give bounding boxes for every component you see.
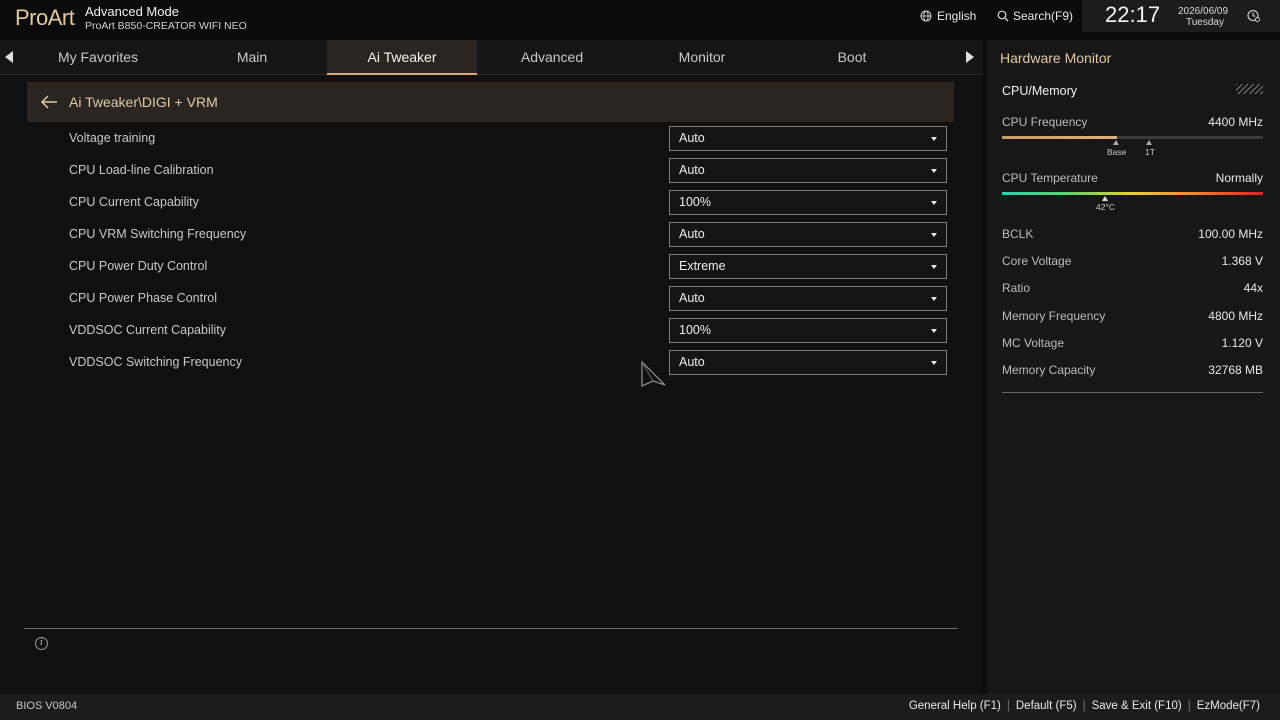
breadcrumb: Ai Tweaker\DIGI + VRM: [69, 94, 218, 110]
dropdown-caret-icon: [931, 169, 937, 173]
cpu-llc-select[interactable]: Auto: [669, 158, 947, 183]
separator: |: [1187, 700, 1191, 712]
tab-advanced[interactable]: Advanced: [477, 40, 627, 75]
select-value: Auto: [679, 227, 705, 241]
dropdown-caret-icon: [931, 201, 937, 205]
cpu-vrm-switching-select[interactable]: Auto: [669, 222, 947, 247]
select-value: Auto: [679, 291, 705, 305]
proart-logo: ProArt: [15, 5, 75, 30]
memory-frequency-value: 4800 MHz: [1208, 309, 1263, 323]
setting-label-cpu-power-phase: CPU Power Phase Control: [69, 291, 217, 305]
clock-time: 22:17: [1105, 2, 1161, 27]
select-value: Auto: [679, 355, 705, 369]
temperature-marker-label: 42°C: [1096, 202, 1115, 212]
tab-ai-tweaker[interactable]: Ai Tweaker: [327, 40, 477, 75]
base-tick-label: Base: [1107, 147, 1127, 157]
default-button[interactable]: Default (F5): [1016, 700, 1077, 712]
dropdown-caret-icon: [931, 297, 937, 301]
ratio-value: 44x: [1243, 281, 1263, 295]
tab-my-favorites[interactable]: My Favorites: [23, 40, 173, 75]
tab-boot[interactable]: Boot: [777, 40, 927, 75]
clock-date: 2026/06/09 Tuesday: [1178, 6, 1228, 28]
mouse-cursor-icon: [641, 360, 666, 388]
setting-label-voltage-training: Voltage training: [69, 131, 156, 145]
hatch-pattern-icon: [1236, 84, 1263, 94]
vddsoc-switching-select[interactable]: Auto: [669, 350, 947, 375]
cpu-temperature-bar: [1002, 192, 1263, 195]
dropdown-caret-icon: [931, 265, 937, 269]
ratio-label: Ratio: [1002, 281, 1031, 295]
tab-scroll-left-icon[interactable]: [5, 51, 13, 63]
language-button[interactable]: English: [920, 9, 976, 23]
cpu-frequency-label: CPU Frequency: [1002, 115, 1088, 129]
cpu-frequency-bar: [1002, 136, 1263, 139]
cpu-current-capability-select[interactable]: 100%: [669, 190, 947, 215]
separator: |: [1082, 700, 1086, 712]
mc-voltage-label: MC Voltage: [1002, 336, 1065, 350]
info-icon: i: [35, 637, 48, 650]
ezmode-button[interactable]: EzMode(F7): [1197, 700, 1260, 712]
dropdown-caret-icon: [931, 361, 937, 365]
help-divider: [24, 628, 958, 629]
dropdown-caret-icon: [931, 329, 937, 333]
bclk-value: 100.00 MHz: [1198, 227, 1263, 241]
memory-capacity-label: Memory Capacity: [1002, 363, 1096, 377]
mc-voltage-value: 1.120 V: [1221, 336, 1263, 350]
core-voltage-value: 1.368 V: [1221, 254, 1263, 268]
search-icon: [997, 10, 1009, 22]
turbo-tick-label: 1T: [1145, 147, 1155, 157]
select-value: 100%: [679, 323, 711, 337]
separator: |: [1006, 700, 1010, 712]
select-value: Auto: [679, 131, 705, 145]
hw-section-title: CPU/Memory: [1002, 84, 1078, 98]
search-label: Search(F9): [1013, 9, 1074, 23]
cpu-frequency-value: 4400 MHz: [1208, 115, 1263, 129]
globe-icon: [920, 10, 932, 22]
bios-version: BIOS V0804: [16, 700, 78, 712]
bclk-label: BCLK: [1002, 227, 1034, 241]
vddsoc-current-select[interactable]: 100%: [669, 318, 947, 343]
voltage-training-select[interactable]: Auto: [669, 126, 947, 151]
memory-capacity-bar: [1002, 392, 1263, 393]
language-label: English: [937, 9, 977, 23]
cpu-temperature-label: CPU Temperature: [1002, 171, 1098, 185]
day-text: Tuesday: [1186, 17, 1224, 28]
date-text: 2026/06/09: [1178, 6, 1229, 17]
mode-title: Advanced Mode: [85, 4, 179, 19]
setting-label-cpu-llc: CPU Load-line Calibration: [69, 163, 214, 177]
memory-capacity-value: 32768 MB: [1208, 363, 1263, 377]
tab-monitor[interactable]: Monitor: [627, 40, 777, 75]
dropdown-caret-icon: [931, 233, 937, 237]
setting-label-cpu-current-capability: CPU Current Capability: [69, 195, 199, 209]
memory-frequency-label: Memory Frequency: [1002, 309, 1106, 323]
cpu-temperature-value: Normally: [1215, 171, 1263, 185]
general-help-button[interactable]: General Help (F1): [909, 700, 1001, 712]
setting-label-cpu-power-duty: CPU Power Duty Control: [69, 259, 208, 273]
search-button[interactable]: Search(F9): [997, 9, 1073, 23]
core-voltage-label: Core Voltage: [1002, 254, 1072, 268]
tab-main[interactable]: Main: [177, 40, 327, 75]
turbo-marker-icon: [1146, 140, 1152, 145]
cpu-power-duty-select[interactable]: Extreme: [669, 254, 947, 279]
back-arrow-icon[interactable]: [40, 95, 58, 109]
footer-keys: General Help (F1) | Default (F5) | Save …: [909, 700, 1260, 712]
base-marker-icon: [1113, 140, 1119, 145]
temperature-marker-icon: [1102, 196, 1108, 201]
clock-settings-icon[interactable]: [1247, 9, 1260, 22]
dropdown-caret-icon: [931, 137, 937, 141]
select-value: 100%: [679, 195, 711, 209]
select-value: Auto: [679, 163, 705, 177]
setting-label-vddsoc-current: VDDSOC Current Capability: [69, 323, 226, 337]
cpu-power-phase-select[interactable]: Auto: [669, 286, 947, 311]
hw-monitor-title: Hardware Monitor: [1000, 50, 1112, 66]
tab-scroll-right-icon[interactable]: [966, 51, 974, 63]
select-value: Extreme: [679, 259, 726, 273]
setting-label-vddsoc-switching: VDDSOC Switching Frequency: [69, 355, 242, 369]
cpu-frequency-bar-fill: [1002, 136, 1117, 139]
board-model: ProArt B850-CREATOR WIFI NEO: [85, 20, 247, 32]
save-exit-button[interactable]: Save & Exit (F10): [1092, 700, 1182, 712]
setting-label-cpu-vrm-switching: CPU VRM Switching Frequency: [69, 227, 247, 241]
